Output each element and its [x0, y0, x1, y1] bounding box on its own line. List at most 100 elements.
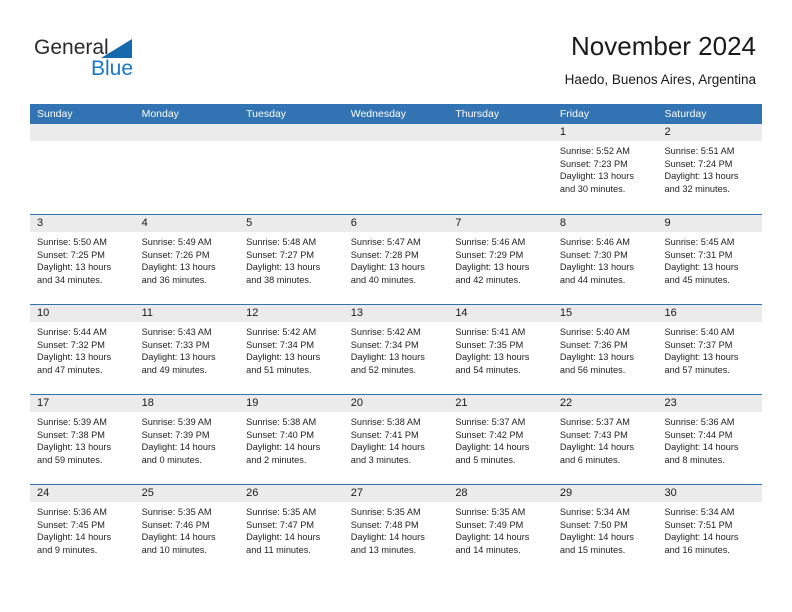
calendar-day-cell-empty	[343, 124, 449, 214]
sunset-time: Sunset: 7:44 PM	[664, 429, 733, 440]
sunset-time: Sunset: 7:39 PM	[141, 429, 210, 440]
sunrise-time: Sunrise: 5:43 AM	[141, 327, 212, 337]
brand-logo[interactable]: General Blue	[34, 36, 214, 84]
sunset-time: Sunset: 7:43 PM	[559, 429, 628, 440]
calendar-day-cell[interactable]: 11 Sunrise: 5:43 AM Sunset: 7:33 PM Dayligh…	[134, 305, 240, 394]
sunrise-time: Sunrise: 5:34 AM	[559, 507, 630, 517]
day-number: 26	[239, 485, 344, 502]
calendar-day-cell[interactable]: 10 Sunrise: 5:44 AM Sunset: 7:32 PM Dayligh…	[30, 305, 135, 394]
day-number: 7	[448, 215, 553, 232]
daylight-duration-line2: and 6 minutes.	[559, 454, 621, 465]
daylight-duration-line1: Daylight: 14 hours	[559, 442, 634, 453]
calendar-day-cell[interactable]: 16 Sunrise: 5:40 AM Sunset: 7:37 PM Dayligh…	[657, 305, 763, 394]
daylight-duration-line2: and 10 minutes.	[141, 544, 207, 555]
daylight-duration-line1: Daylight: 13 hours	[37, 442, 112, 453]
day-number: 23	[657, 395, 763, 412]
day-number: 28	[448, 485, 553, 502]
calendar-day-cell[interactable]: 30 Sunrise: 5:34 AM Sunset: 7:51 PM Dayligh…	[657, 485, 763, 574]
day-details: Sunrise: 5:40 AM Sunset: 7:37 PM Daylight:…	[657, 322, 762, 376]
daylight-duration-line2: and 44 minutes.	[559, 274, 626, 285]
daylight-duration-line1: Daylight: 13 hours	[559, 262, 634, 273]
calendar-day-cell[interactable]: 1 Sunrise: 5:52 AM Sunset: 7:23 PM Daylight…	[552, 124, 658, 214]
calendar-day-cell[interactable]: 21 Sunrise: 5:37 AM Sunset: 7:42 PM Dayligh…	[448, 395, 553, 484]
day-number	[448, 124, 553, 141]
page-header: General Blue November 2024 Haedo, Buenos…	[0, 0, 792, 100]
sunrise-time: Sunrise: 5:36 AM	[664, 417, 735, 427]
sunset-time: Sunset: 7:31 PM	[664, 249, 733, 260]
sunset-time: Sunset: 7:48 PM	[350, 519, 419, 530]
calendar-day-cell[interactable]: 28 Sunrise: 5:35 AM Sunset: 7:49 PM Dayligh…	[448, 485, 553, 574]
sunset-time: Sunset: 7:46 PM	[141, 519, 210, 530]
day-number: 21	[448, 395, 553, 412]
daylight-duration-line2: and 11 minutes.	[246, 544, 311, 555]
calendar-day-cell-empty	[134, 124, 240, 214]
calendar-day-cell[interactable]: 18 Sunrise: 5:39 AM Sunset: 7:39 PM Dayligh…	[134, 395, 240, 484]
calendar-day-cell[interactable]: 22 Sunrise: 5:37 AM Sunset: 7:43 PM Dayligh…	[552, 395, 658, 484]
calendar-day-cell[interactable]: 12 Sunrise: 5:42 AM Sunset: 7:34 PM Dayligh…	[239, 305, 344, 394]
calendar-day-cell-empty	[30, 124, 135, 214]
calendar-day-cell[interactable]: 4 Sunrise: 5:49 AM Sunset: 7:26 PM Daylight…	[134, 215, 240, 304]
calendar-day-cell[interactable]: 13 Sunrise: 5:42 AM Sunset: 7:34 PM Dayligh…	[343, 305, 449, 394]
sunset-time: Sunset: 7:36 PM	[559, 339, 628, 350]
calendar-day-cell[interactable]: 19 Sunrise: 5:38 AM Sunset: 7:40 PM Dayligh…	[239, 395, 344, 484]
sunset-time: Sunset: 7:30 PM	[559, 249, 628, 260]
sunset-time: Sunset: 7:28 PM	[350, 249, 419, 260]
day-details: Sunrise: 5:50 AM Sunset: 7:25 PM Daylight:…	[30, 232, 135, 286]
calendar-day-cell[interactable]: 20 Sunrise: 5:38 AM Sunset: 7:41 PM Dayligh…	[343, 395, 449, 484]
calendar-day-cell-empty	[239, 124, 344, 214]
sunrise-time: Sunrise: 5:48 AM	[246, 237, 317, 247]
daylight-duration-line1: Daylight: 13 hours	[559, 352, 634, 363]
calendar-day-cell[interactable]: 14 Sunrise: 5:41 AM Sunset: 7:35 PM Dayligh…	[448, 305, 553, 394]
calendar-day-cell[interactable]: 6 Sunrise: 5:47 AM Sunset: 7:28 PM Daylight…	[343, 215, 449, 304]
day-number: 24	[30, 485, 135, 502]
calendar-day-cell[interactable]: 9 Sunrise: 5:45 AM Sunset: 7:31 PM Daylight…	[657, 215, 763, 304]
calendar-day-cell[interactable]: 29 Sunrise: 5:34 AM Sunset: 7:50 PM Dayligh…	[552, 485, 658, 574]
calendar-day-cell[interactable]: 8 Sunrise: 5:46 AM Sunset: 7:30 PM Daylight…	[552, 215, 658, 304]
daylight-duration-line2: and 16 minutes.	[664, 544, 730, 555]
calendar-day-cell[interactable]: 23 Sunrise: 5:36 AM Sunset: 7:44 PM Dayligh…	[657, 395, 763, 484]
sunset-time: Sunset: 7:37 PM	[664, 339, 733, 350]
day-details: Sunrise: 5:34 AM Sunset: 7:51 PM Daylight:…	[657, 502, 762, 556]
day-details: Sunrise: 5:35 AM Sunset: 7:47 PM Daylight:…	[239, 502, 344, 556]
calendar-day-cell[interactable]: 25 Sunrise: 5:35 AM Sunset: 7:46 PM Dayligh…	[134, 485, 240, 574]
day-details: Sunrise: 5:38 AM Sunset: 7:40 PM Daylight:…	[239, 412, 344, 466]
sunrise-time: Sunrise: 5:37 AM	[559, 417, 630, 427]
daylight-duration-line1: Daylight: 13 hours	[559, 171, 634, 182]
daylight-duration-line1: Daylight: 14 hours	[141, 442, 216, 453]
day-details: Sunrise: 5:52 AM Sunset: 7:23 PM Daylight:…	[553, 141, 658, 195]
calendar-day-cell[interactable]: 7 Sunrise: 5:46 AM Sunset: 7:29 PM Daylight…	[448, 215, 553, 304]
daylight-duration-line1: Daylight: 13 hours	[37, 352, 112, 363]
daylight-duration-line1: Daylight: 14 hours	[350, 532, 425, 543]
calendar-day-cell[interactable]: 27 Sunrise: 5:35 AM Sunset: 7:48 PM Dayligh…	[343, 485, 449, 574]
calendar-day-cell[interactable]: 24 Sunrise: 5:36 AM Sunset: 7:45 PM Dayligh…	[30, 485, 135, 574]
day-details: Sunrise: 5:42 AM Sunset: 7:34 PM Daylight:…	[344, 322, 449, 376]
calendar-day-cell[interactable]: 2 Sunrise: 5:51 AM Sunset: 7:24 PM Daylight…	[657, 124, 763, 214]
calendar-page: General Blue November 2024 Haedo, Buenos…	[0, 0, 792, 612]
sunrise-time: Sunrise: 5:47 AM	[350, 237, 421, 247]
daylight-duration-line2: and 49 minutes.	[141, 364, 207, 375]
daylight-duration-line1: Daylight: 13 hours	[664, 352, 739, 363]
sunset-time: Sunset: 7:45 PM	[37, 519, 105, 530]
daylight-duration-line1: Daylight: 13 hours	[141, 262, 216, 273]
day-number: 29	[552, 485, 658, 502]
sunset-time: Sunset: 7:24 PM	[664, 158, 733, 169]
weekday-header-tuesday: Tuesday	[246, 108, 287, 120]
day-number: 3	[30, 215, 135, 232]
calendar-day-cell[interactable]: 15 Sunrise: 5:40 AM Sunset: 7:36 PM Dayligh…	[552, 305, 658, 394]
calendar-day-cell[interactable]: 17 Sunrise: 5:39 AM Sunset: 7:38 PM Dayligh…	[30, 395, 135, 484]
day-number: 14	[448, 305, 553, 322]
day-details: Sunrise: 5:37 AM Sunset: 7:42 PM Daylight:…	[448, 412, 553, 466]
sunrise-time: Sunrise: 5:40 AM	[664, 327, 735, 337]
daylight-duration-line1: Daylight: 14 hours	[246, 532, 321, 543]
sunrise-time: Sunrise: 5:51 AM	[664, 146, 735, 156]
sunrise-time: Sunrise: 5:35 AM	[246, 507, 317, 517]
day-details: Sunrise: 5:37 AM Sunset: 7:43 PM Daylight:…	[553, 412, 658, 466]
calendar-day-cell[interactable]: 3 Sunrise: 5:50 AM Sunset: 7:25 PM Daylight…	[30, 215, 135, 304]
daylight-duration-line1: Daylight: 14 hours	[559, 532, 634, 543]
sunrise-time: Sunrise: 5:46 AM	[455, 237, 526, 247]
weekday-header-sunday: Sunday	[37, 108, 73, 120]
calendar-day-cell[interactable]: 26 Sunrise: 5:35 AM Sunset: 7:47 PM Dayligh…	[239, 485, 344, 574]
daylight-duration-line2: and 38 minutes.	[246, 274, 312, 285]
calendar-day-cell[interactable]: 5 Sunrise: 5:48 AM Sunset: 7:27 PM Daylight…	[239, 215, 344, 304]
daylight-duration-line1: Daylight: 14 hours	[455, 532, 530, 543]
